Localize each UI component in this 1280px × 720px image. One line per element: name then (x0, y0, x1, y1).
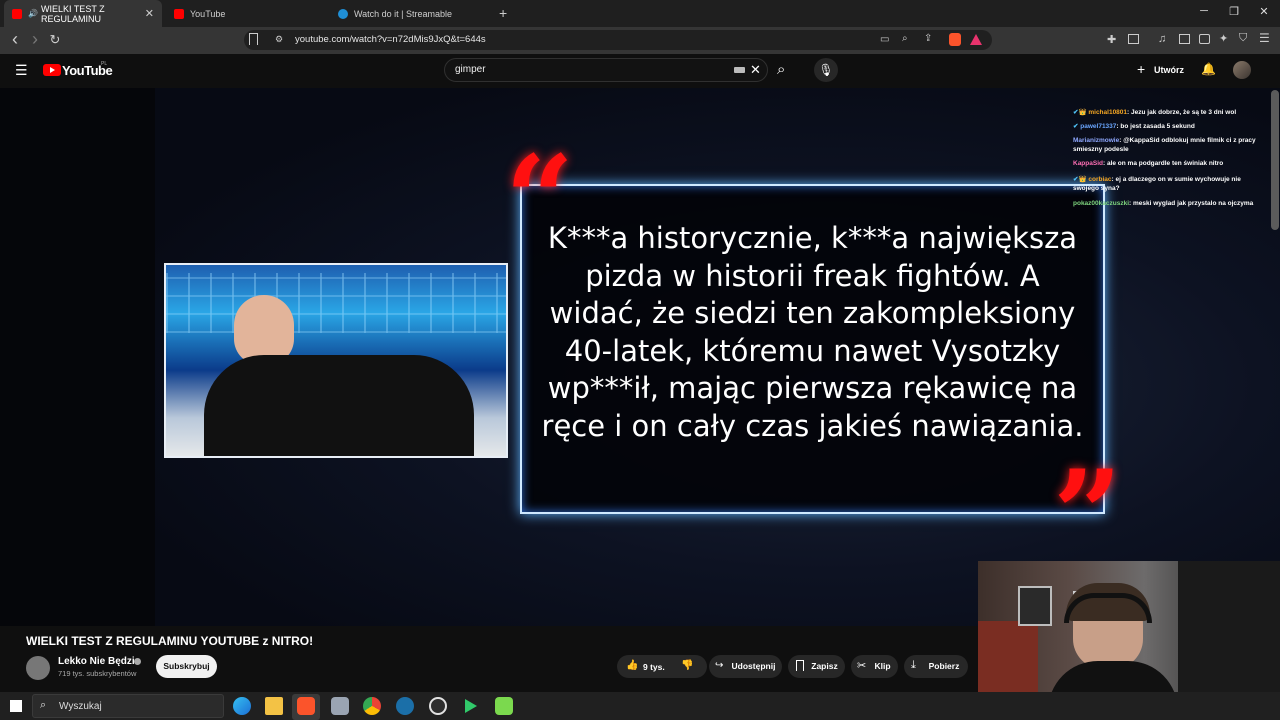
chat-message: ✔👑 corbiac: ej a dlaczego on w sumie wyc… (1073, 176, 1241, 183)
create-plus-icon[interactable]: + (1137, 62, 1145, 76)
download-icon: ⤓ (911, 659, 916, 671)
chat-badge-icon: ✔👑 (1073, 176, 1089, 183)
new-tab-button[interactable]: + (499, 5, 507, 21)
create-button[interactable]: Utwórz (1154, 65, 1184, 75)
search-icon[interactable]: ⌕ (777, 61, 785, 78)
clear-search-icon[interactable]: ✕ (750, 62, 761, 78)
cast-icon[interactable]: ▭ (880, 34, 889, 45)
clip-scissors-icon: ✂ (857, 660, 867, 672)
headphones-icon (1064, 593, 1152, 623)
person-body (204, 355, 474, 456)
taskbar-search-placeholder[interactable]: Wyszukaj (59, 701, 102, 712)
clip-label: Klip (874, 661, 891, 671)
tab-label: YouTube (190, 8, 226, 19)
bookmark-icon[interactable] (249, 33, 258, 45)
site-settings-icon[interactable]: ⚙ (275, 34, 283, 45)
back-button[interactable]: ‹ (7, 30, 23, 48)
share-page-icon[interactable]: ⇪ (924, 33, 932, 44)
search-value[interactable]: gimper (455, 64, 486, 75)
download-label: Pobierz (928, 661, 960, 671)
chat-message-continued: smieszny podesle (1073, 146, 1129, 153)
brave-browser-icon[interactable] (297, 697, 315, 715)
app-icon[interactable] (331, 697, 349, 715)
tab-label: Watch do it | Streamable (354, 8, 453, 19)
minimize-button[interactable]: ─ (1194, 5, 1214, 17)
share-icon: ↪ (715, 660, 724, 671)
youtube-favicon-icon (12, 8, 22, 19)
edge-browser-icon[interactable] (233, 697, 251, 715)
quote-text: K***a historycznie, k***a największa piz… (541, 221, 1084, 443)
save-icon (796, 660, 804, 671)
windows-start-icon[interactable] (10, 700, 22, 712)
steam-icon[interactable] (396, 697, 414, 715)
chat-message-continued: swojego syna? (1073, 185, 1120, 192)
close-window-button[interactable]: ✕ (1254, 5, 1274, 18)
reader-mode-icon[interactable] (1128, 34, 1139, 44)
page-scrollbar[interactable] (1271, 90, 1279, 230)
tab-streamable[interactable]: Watch do it | Streamable (330, 0, 492, 27)
chat-badge-icon: ✔👑 (1073, 109, 1089, 116)
vpn-shield-icon[interactable]: ⛉ (1239, 32, 1247, 45)
menu-icon[interactable]: ☰ (1259, 31, 1270, 45)
zoom-icon[interactable]: ⌕ (902, 33, 908, 44)
chat-message: Marianizmowie: @KappaSid odblokuj mnie f… (1073, 137, 1256, 144)
like-count[interactable]: 9 tys. (643, 662, 665, 672)
extensions-icon[interactable]: ✚ (1107, 33, 1116, 46)
leo-ai-icon[interactable]: ✦ (1219, 32, 1228, 45)
notifications-bell-icon[interactable]: 🔔 (1201, 62, 1216, 76)
subscribe-button[interactable]: Subskrybuj (156, 655, 217, 678)
keyboard-icon[interactable] (734, 67, 745, 73)
chat-message: ✔👑 michal10801: Jezu jak dobrze, że są t… (1073, 109, 1237, 116)
circuit-pattern (166, 273, 506, 333)
hamburger-menu-icon[interactable]: ☰ (15, 62, 28, 79)
music-icon[interactable]: ♫ (1158, 33, 1166, 45)
voice-search-icon[interactable]: 🎙 (814, 58, 838, 82)
tab-youtube[interactable]: YouTube (166, 0, 328, 27)
audio-playing-icon[interactable]: 🔊 (28, 9, 38, 18)
dislike-icon[interactable]: 👎 (681, 660, 693, 671)
brave-shields-icon[interactable] (949, 33, 961, 46)
search-input[interactable] (444, 58, 768, 82)
channel-avatar[interactable] (26, 656, 50, 680)
taskbar-search-icon: ⌕ (40, 699, 47, 711)
subscriber-count: 719 tys. subskrybentów (58, 669, 137, 678)
chat-message: ✔ pawel71337: bo jest zasada 5 sekund (1073, 123, 1195, 130)
user-avatar[interactable] (1233, 61, 1251, 79)
share-label: Udostępnij (731, 661, 776, 671)
youtube-favicon-icon (174, 8, 184, 19)
chat-app-icon[interactable] (495, 697, 513, 715)
wall-frame (1018, 586, 1052, 626)
video-inset-photo (164, 263, 508, 458)
streamable-favicon-icon (338, 8, 348, 19)
channel-name[interactable]: Lekko Nie Będzie (58, 656, 140, 667)
like-icon[interactable]: 👍 (626, 660, 638, 671)
tab-youtube-video[interactable]: 🔊 WIELKI TEST Z REGULAMINU ✕ (4, 0, 162, 27)
sidebar-toggle-icon[interactable] (1179, 34, 1190, 44)
maximize-button[interactable]: ❐ (1224, 5, 1244, 18)
brave-rewards-icon[interactable] (970, 34, 982, 45)
video-title: WIELKI TEST Z REGULAMINU YOUTUBE z NITRO… (26, 634, 314, 648)
reload-button[interactable]: ↻ (47, 32, 63, 48)
chat-message: pokaz00kaczuszki: meski wyglad jak przys… (1073, 200, 1254, 207)
wallet-icon[interactable] (1199, 34, 1210, 44)
url-text[interactable]: youtube.com/watch?v=n72dMis9JxQ&t=644s (295, 34, 486, 45)
chat-message: KappaSid: ale on ma podgardle ten świnia… (1073, 160, 1224, 167)
chrome-icon[interactable] (363, 697, 381, 715)
forward-button[interactable]: › (27, 30, 43, 48)
save-label: Zapisz (811, 661, 838, 671)
tab-close-icon[interactable]: ✕ (145, 7, 154, 20)
youtube-logo-icon[interactable] (43, 64, 61, 76)
media-player-icon[interactable] (465, 699, 477, 713)
verified-badge-icon (134, 658, 141, 665)
file-explorer-icon[interactable] (265, 697, 283, 715)
obs-icon[interactable] (429, 697, 447, 715)
youtube-region-badge: PL (101, 61, 108, 67)
close-quote-mark: ” (1053, 444, 1123, 585)
